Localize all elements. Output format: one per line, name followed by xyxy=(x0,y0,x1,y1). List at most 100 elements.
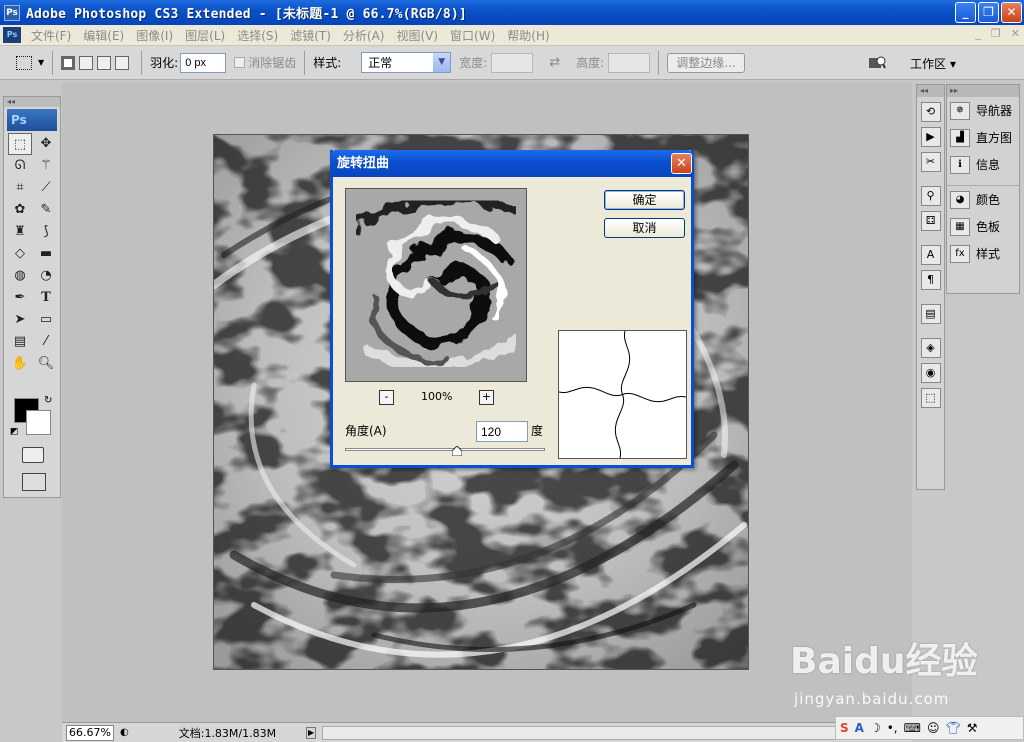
close-button[interactable]: ✕ xyxy=(1001,2,1022,23)
bridge-icon[interactable] xyxy=(868,55,886,71)
ok-button[interactable]: 确定 xyxy=(604,190,685,210)
clone-source-icon[interactable]: ⚃ xyxy=(920,211,941,231)
keyboard-icon[interactable]: ⌨ xyxy=(904,721,921,735)
gradient-tool-icon[interactable]: ▬ xyxy=(34,243,58,265)
panel-color[interactable]: ◕ 颜色 xyxy=(947,186,1019,213)
character-panel-icon[interactable]: A xyxy=(920,245,941,265)
notes-tool-icon[interactable]: ▤ xyxy=(8,331,32,353)
doc-close-icon[interactable]: ✕ xyxy=(1011,27,1020,40)
feather-input[interactable] xyxy=(180,52,227,73)
paragraph-panel-icon[interactable]: ¶ xyxy=(920,270,941,290)
menu-file[interactable]: 文件(F) xyxy=(25,27,77,44)
menu-edit[interactable]: 编辑(E) xyxy=(77,27,130,44)
doc-restore-icon[interactable]: ❐ xyxy=(991,27,1001,40)
move-tool-icon[interactable]: ✥ xyxy=(34,133,58,155)
menu-filter[interactable]: 滤镜(T) xyxy=(284,27,337,44)
menu-help[interactable]: 帮助(H) xyxy=(501,27,555,44)
dock-grip[interactable]: ▸▸ xyxy=(947,85,1019,97)
moon-icon[interactable]: ☽ xyxy=(870,721,881,735)
sogou-icon[interactable]: S xyxy=(840,721,849,735)
width-input[interactable] xyxy=(491,52,534,73)
path-selection-tool-icon[interactable]: ➤ xyxy=(8,309,32,331)
doc-minimize-icon[interactable]: _ xyxy=(975,27,981,40)
dialog-close-button[interactable]: ✕ xyxy=(671,153,692,174)
horizontal-scrollbar[interactable] xyxy=(322,725,912,740)
workspace-menu[interactable]: 工作区 ▾ xyxy=(910,55,956,72)
shape-tool-icon[interactable]: ▭ xyxy=(34,309,58,331)
slice-tool-icon[interactable]: ⟋ xyxy=(34,177,58,199)
actions-panel-icon[interactable]: ▶ xyxy=(920,127,941,147)
punct-icon[interactable]: •, xyxy=(887,721,898,735)
intersect-selection-icon[interactable] xyxy=(115,55,130,70)
angle-slider-thumb[interactable] xyxy=(452,446,462,456)
screen-mode-icon[interactable] xyxy=(22,473,46,491)
ps-menu-icon[interactable]: Ps xyxy=(3,27,21,43)
history-brush-tool-icon[interactable]: ⟆ xyxy=(34,221,58,243)
ime-mode-icon[interactable]: A xyxy=(855,721,864,735)
dodge-tool-icon[interactable]: ◔ xyxy=(34,265,58,287)
skin-icon[interactable]: 👕︎ xyxy=(945,721,960,735)
new-selection-icon[interactable] xyxy=(61,55,76,70)
zoom-out-button[interactable]: - xyxy=(379,390,394,405)
angle-slider-track[interactable] xyxy=(345,448,545,451)
menu-window[interactable]: 窗口(W) xyxy=(444,27,501,44)
menu-select[interactable]: 选择(S) xyxy=(231,27,284,44)
dock-grip[interactable]: ◂◂ xyxy=(917,85,944,97)
quick-mask-icon[interactable] xyxy=(22,447,44,463)
tools-icon[interactable]: ⚒ xyxy=(967,721,978,735)
default-colors-icon[interactable]: ◩ xyxy=(10,427,19,437)
restore-button[interactable]: ❐ xyxy=(978,2,999,23)
background-color-swatch[interactable] xyxy=(26,410,51,435)
rect-marquee-tool-icon[interactable]: ⬚ xyxy=(8,133,32,155)
style-select[interactable]: 正常 ▼ xyxy=(361,52,452,73)
rect-marquee-preset-icon[interactable] xyxy=(16,55,32,70)
menu-analysis[interactable]: 分析(A) xyxy=(337,27,391,44)
refine-edge-button[interactable]: 调整边缘... xyxy=(667,52,745,73)
cancel-button[interactable]: 取消 xyxy=(604,218,685,238)
add-selection-icon[interactable] xyxy=(79,55,94,70)
brush-tool-icon[interactable]: ✎ xyxy=(34,199,58,221)
blur-tool-icon[interactable]: ◍ xyxy=(8,265,32,287)
subtract-selection-icon[interactable] xyxy=(97,55,112,70)
paths-panel-icon[interactable]: ⬚ xyxy=(920,388,941,408)
layer-comps-icon[interactable]: ▤ xyxy=(920,304,941,324)
eraser-tool-icon[interactable]: ◇ xyxy=(8,243,32,265)
panel-styles[interactable]: fx 样式 xyxy=(947,240,1019,267)
swap-colors-icon[interactable]: ↻ xyxy=(44,395,52,406)
panel-histogram[interactable]: ▟ 直方图 xyxy=(947,124,1019,151)
clone-stamp-tool-icon[interactable]: ♜ xyxy=(8,221,32,243)
menu-image[interactable]: 图像(I) xyxy=(130,27,179,44)
panel-info[interactable]: ℹ 信息 xyxy=(947,151,1019,178)
user-icon[interactable]: ☺ xyxy=(927,721,940,735)
status-icon[interactable]: ◐ xyxy=(120,727,129,738)
zoom-in-button[interactable]: + xyxy=(479,390,494,405)
angle-input[interactable] xyxy=(476,421,528,442)
panel-navigator[interactable]: ✵ 导航器 xyxy=(947,97,1019,124)
menu-view[interactable]: 视图(V) xyxy=(390,27,444,44)
zoom-tool-icon[interactable]: 🔍︎ xyxy=(34,353,58,375)
lasso-tool-icon[interactable]: ᘏ xyxy=(8,155,32,177)
antialias-checkbox[interactable] xyxy=(234,57,246,68)
hand-tool-icon[interactable]: ✋ xyxy=(8,353,32,375)
layers-panel-icon[interactable]: ◈ xyxy=(920,338,941,358)
magic-wand-tool-icon[interactable]: ⚚ xyxy=(34,155,58,177)
menu-layer[interactable]: 图层(L) xyxy=(179,27,231,44)
healing-brush-tool-icon[interactable]: ✿ xyxy=(8,199,32,221)
tool-presets-icon[interactable]: ✂ xyxy=(920,152,941,172)
minimize-button[interactable]: _ xyxy=(955,2,976,23)
type-tool-icon[interactable]: T xyxy=(34,287,58,309)
panel-swatches[interactable]: ▦ 色板 xyxy=(947,213,1019,240)
height-input[interactable] xyxy=(608,52,651,73)
zoom-level[interactable]: 66.67% xyxy=(66,724,114,741)
preset-dropdown-icon[interactable]: ▼ xyxy=(38,58,44,67)
brushes-panel-icon[interactable]: ⚲ xyxy=(920,186,941,206)
status-menu-icon[interactable]: ▶ xyxy=(306,726,317,739)
filter-preview[interactable] xyxy=(345,188,527,382)
history-panel-icon[interactable]: ⟲ xyxy=(920,102,941,122)
crop-tool-icon[interactable]: ⌗ xyxy=(8,177,32,199)
channels-panel-icon[interactable]: ◉ xyxy=(920,363,941,383)
pen-tool-icon[interactable]: ✒ xyxy=(8,287,32,309)
toolbox-grip[interactable]: ◂◂ xyxy=(4,97,60,107)
swap-icon[interactable]: ⇄ xyxy=(549,55,560,70)
eyedropper-tool-icon[interactable]: ⁄ xyxy=(34,331,58,353)
